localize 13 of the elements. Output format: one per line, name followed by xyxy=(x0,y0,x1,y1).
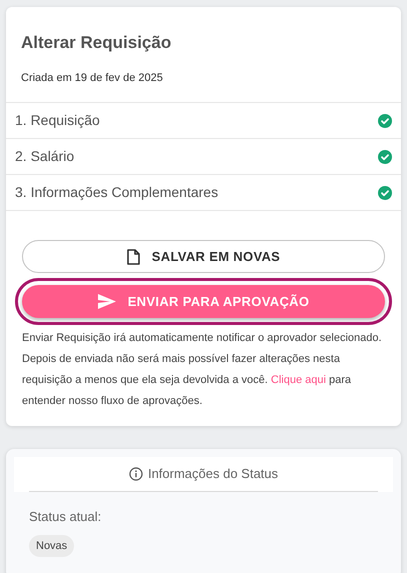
document-icon xyxy=(126,248,140,264)
info-icon xyxy=(128,467,143,481)
status-header: Informações do Status xyxy=(29,457,378,492)
card-title: Alterar Requisição xyxy=(21,32,172,54)
created-date: Criada em 19 de fev de 2025 xyxy=(21,70,164,86)
save-button[interactable]: SALVAR EM NOVAS xyxy=(22,240,385,273)
step-row[interactable]: 1. Requisição xyxy=(6,103,401,139)
status-label: Status atual: xyxy=(29,508,102,526)
step-row[interactable]: 3. Informações Complementares xyxy=(6,175,401,211)
step-row[interactable]: 2. Salário xyxy=(6,139,401,175)
notice-text: Enviar Requisição irá automaticamente notificar o aprovador selecionado. Depois de enviada não será mais possível fazer alterações nesta requisição a menos que ela seja devolvida a você. Clique aqui para entender nosso fluxo de aprovações. xyxy=(22,331,383,409)
status-badge: Novas xyxy=(29,534,74,557)
send-icon xyxy=(98,294,116,309)
